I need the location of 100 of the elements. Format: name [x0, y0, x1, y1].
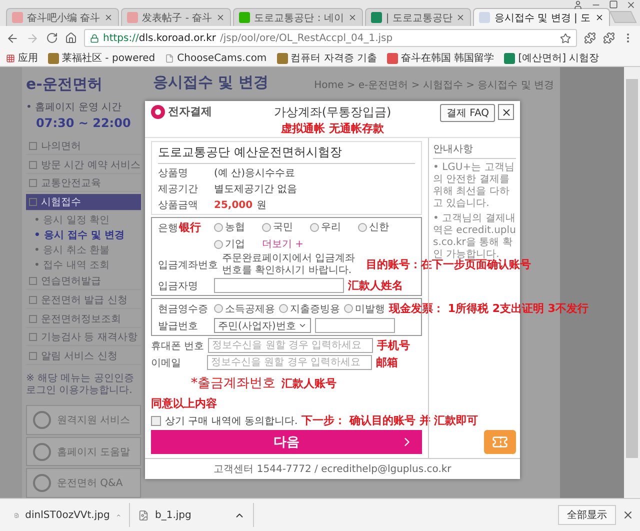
- info-text: • 고객님의 결제내역은 ecredit.uplus.co.kr을 통해 확인 가능합니다.: [433, 213, 516, 260]
- user-icon[interactable]: [573, 0, 583, 10]
- field-label: 이메일: [151, 356, 182, 370]
- site-logo: e-운전면허: [26, 74, 104, 95]
- radio-option[interactable]: 국민: [262, 220, 310, 234]
- radio-button[interactable]: [262, 222, 271, 232]
- star-icon[interactable]: [560, 32, 571, 44]
- bookmark[interactable]: 莱福社区 - powered: [48, 51, 156, 65]
- field-label: 상품명: [158, 167, 189, 180]
- download-item[interactable]: b_1.jpg: [130, 503, 254, 527]
- merchant-name: 도로교통공단 예산운전면허시험장: [158, 144, 415, 164]
- input-field[interactable]: 정보수신을 원할 경우 입력하세요: [207, 355, 372, 370]
- back-icon[interactable]: [6, 32, 19, 44]
- bookmark[interactable]: 奋斗在韩国 韩国留学: [387, 51, 494, 65]
- circle-icon: [33, 410, 51, 429]
- browser-tab[interactable]: 응시접수 및 변경 | 도: [473, 8, 610, 26]
- field-value: (예 산)응시수수료: [214, 167, 295, 180]
- lock-icon: [90, 34, 99, 42]
- radio-option[interactable]: 지출증빙용: [279, 302, 340, 316]
- circle-icon: [33, 442, 51, 461]
- close-icon[interactable]: [594, 13, 604, 22]
- annotation: 手机号: [377, 338, 410, 353]
- page-title: 응시접수 및 변경: [153, 73, 268, 92]
- radio-option[interactable]: 신한: [358, 220, 406, 234]
- field-label: 은행: [158, 222, 178, 234]
- brand-name: 전자결제: [168, 104, 212, 119]
- radio-button[interactable]: [214, 222, 223, 232]
- radio-option[interactable]: 우리: [310, 220, 358, 234]
- browser-tab[interactable]: 发表帖子 - 奋斗: [121, 8, 232, 26]
- bookmark[interactable]: [예산면허] 시험장: [504, 51, 600, 65]
- field-label: 입금자명: [158, 280, 199, 292]
- site-icon: [48, 52, 59, 64]
- radio-button[interactable]: [214, 240, 223, 248]
- home-icon[interactable]: [65, 32, 77, 44]
- annotation: 邮箱: [376, 355, 398, 370]
- radio-button[interactable]: [214, 304, 223, 313]
- currency-unit: 원: [256, 199, 267, 212]
- extension-icon[interactable]: [584, 32, 596, 44]
- close-icon: [622, 509, 634, 521]
- field-value: 별도제공기간 없음: [214, 183, 298, 196]
- browser-tab[interactable]: 奋斗吧小编 奋斗: [6, 8, 120, 26]
- more-link[interactable]: 더보기 +: [262, 237, 310, 251]
- annotation: 汇款人姓名: [348, 278, 403, 293]
- radio-option[interactable]: 미발행: [344, 302, 385, 316]
- radio-button[interactable]: [358, 222, 367, 232]
- menu-item[interactable]: 시험접수: [26, 194, 141, 212]
- faq-button[interactable]: 결제 FAQ: [440, 104, 495, 122]
- ticket-icon: [484, 430, 516, 454]
- radio-option[interactable]: 소득공제용: [214, 302, 275, 316]
- field-label: 현금영수증: [158, 302, 209, 316]
- notice-text: ※ 해당 메뉴는 공인인증 로그인 이용가능합니다.: [26, 372, 135, 398]
- annotation: 下一步： 确认目的账号 并 汇款即可: [302, 413, 478, 428]
- bookmark[interactable]: 应用: [6, 51, 38, 65]
- radio-option[interactable]: 기업: [214, 237, 262, 251]
- input-field[interactable]: [314, 318, 395, 333]
- address-bar[interactable]: https://dls.koroad.or.kr /jsp/ool/ore/OL_RestAccpl_04_1.jsp: [84, 29, 577, 47]
- radio-option[interactable]: 농협: [214, 220, 262, 234]
- field-label: 입금계좌번호: [158, 258, 218, 272]
- checkbox-label: 상기 구매 내역에 동의합니다.: [165, 414, 298, 428]
- field-label: 상품금액: [158, 199, 199, 212]
- field-label: 제공기간: [158, 183, 199, 196]
- close-icon[interactable]: [626, 0, 636, 10]
- bookmark[interactable]: 컴퓨터 자격증 기출: [276, 51, 378, 65]
- annotation: 汇款人账号: [282, 376, 336, 390]
- annotation: 虚拟通帐 无通帐存款: [281, 121, 384, 136]
- image-file-icon: [138, 510, 149, 520]
- maximize-icon[interactable]: [609, 0, 618, 9]
- show-all-button[interactable]: 全部显示: [558, 505, 616, 525]
- submenu-item[interactable]: • 응시 접수 및 변경: [26, 228, 141, 242]
- next-button[interactable]: 다음: [151, 430, 422, 454]
- grid-icon: [6, 54, 15, 62]
- footer-text: 고객센터 1544-7772 / ecredithelp@lguplus.co.kr: [145, 458, 520, 479]
- site-icon: [239, 12, 250, 23]
- input-field[interactable]: 정보수신을 원할 경우 입력하세요: [208, 338, 374, 353]
- radio-button[interactable]: [279, 304, 288, 313]
- input-field[interactable]: [214, 278, 344, 293]
- breadcrumb: Home > e-운전면허 > 시험접수 > 응시접수 및 변경: [314, 79, 554, 92]
- close-button[interactable]: [498, 104, 514, 120]
- select-field[interactable]: 주민(사업자)번호: [214, 318, 311, 333]
- browser-tab[interactable]: | 도로교통공단: [364, 8, 472, 26]
- bookmark[interactable]: ChooseCams.com: [165, 52, 267, 64]
- download-item[interactable]: dinlST0ozVVt.jpg: [6, 503, 130, 527]
- reload-icon[interactable]: [46, 32, 58, 44]
- site-icon: [479, 12, 490, 23]
- site-icon: [12, 12, 23, 23]
- scrollbar-thumb[interactable]: [626, 79, 638, 458]
- site-icon: [504, 52, 516, 64]
- close-icon: [500, 106, 512, 118]
- browser-tab[interactable]: 도로교통공단 : 네이: [233, 8, 363, 26]
- field-label: 발급번호: [158, 320, 199, 332]
- logo-icon: [151, 104, 165, 118]
- site-icon: [127, 12, 138, 23]
- info-text: • LGU+는 고객님의 안전한 결제를 위해 최선을 다하고 있습니다.: [433, 162, 516, 210]
- price-value: 25,000: [214, 200, 253, 210]
- checkbox[interactable]: [151, 416, 161, 426]
- radio-button[interactable]: [344, 304, 353, 313]
- hours-text: 07:30 ~ 22:00: [35, 116, 132, 132]
- radio-button[interactable]: [310, 222, 319, 232]
- field-label: 휴대폰 번호: [151, 340, 204, 352]
- extension-icon[interactable]: [603, 32, 615, 44]
